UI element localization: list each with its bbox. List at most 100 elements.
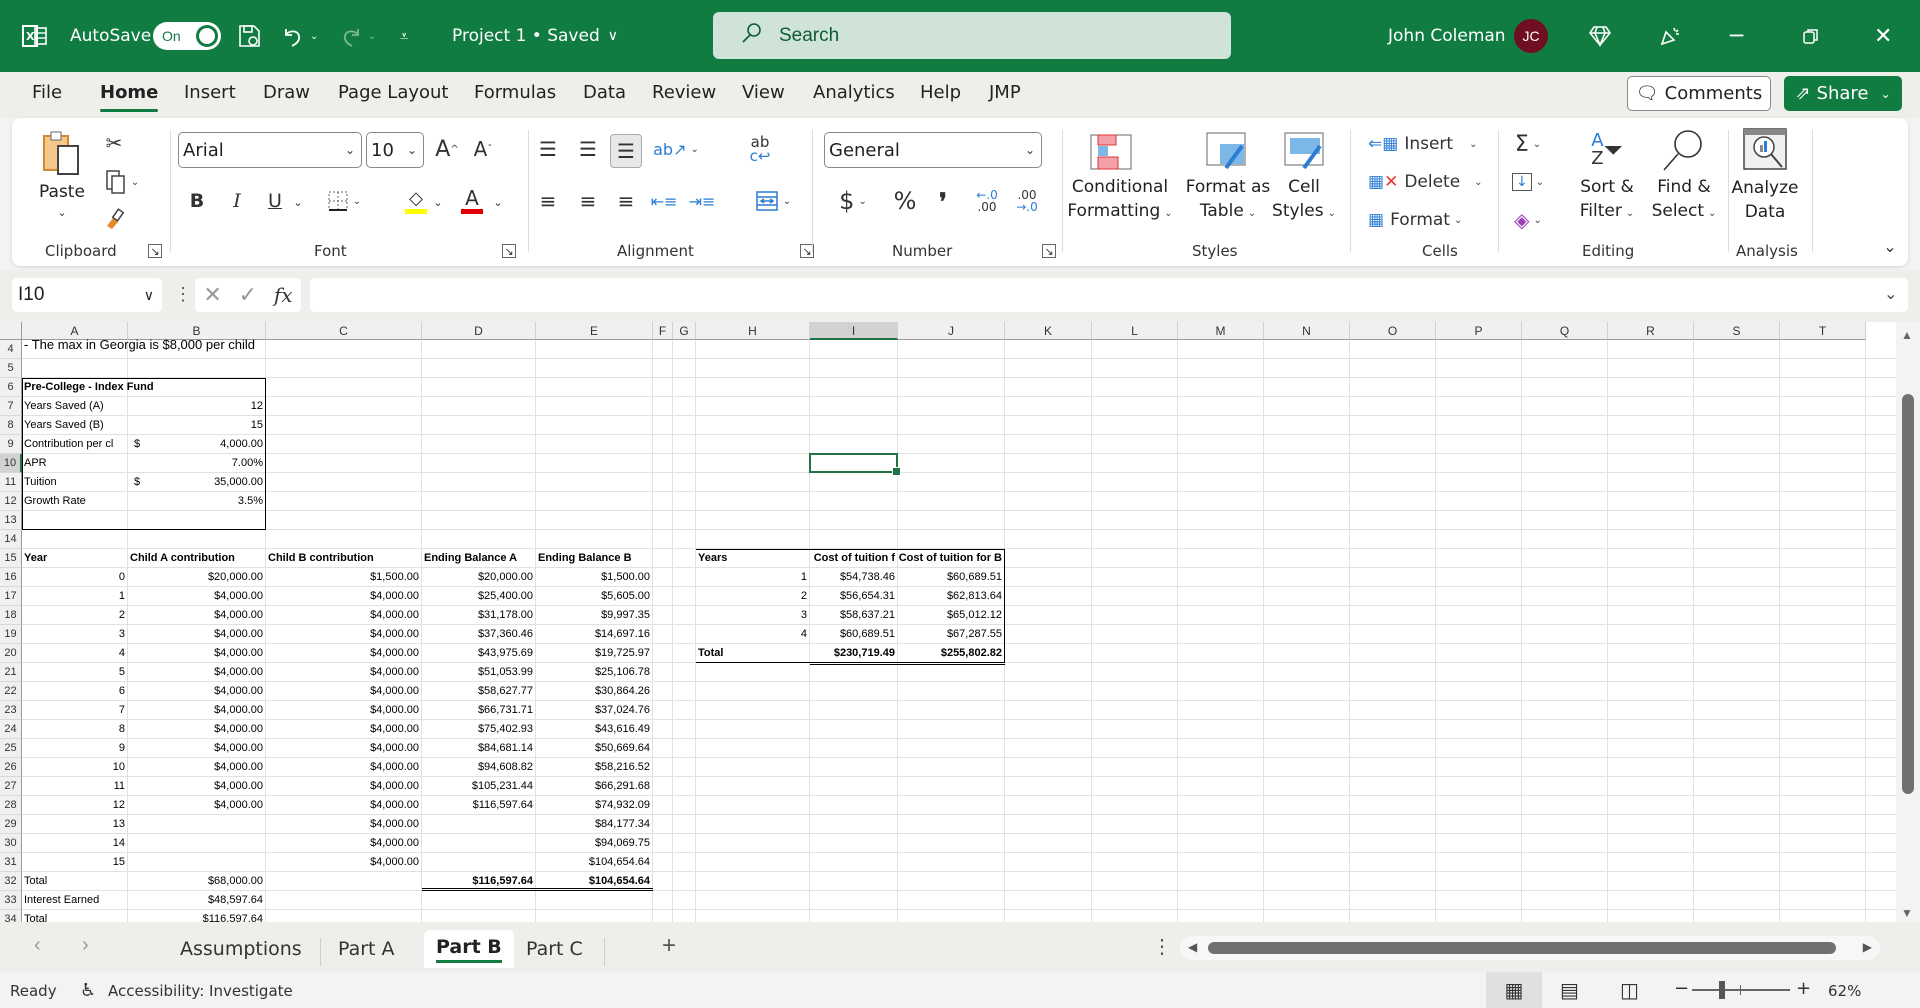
row-header[interactable]: 19 [0,625,22,644]
table-cell[interactable]: 12 [22,796,128,815]
tuition-cell[interactable]: 3 [696,606,810,625]
tuition-cell[interactable]: $54,738.46 [810,568,898,587]
column-header[interactable]: P [1436,322,1522,340]
comments-button[interactable]: 🗨 Comments [1627,76,1771,111]
table-cell[interactable]: $20,000.00 [422,568,536,587]
table-cell[interactable]: 4 [22,644,128,663]
table-cell[interactable]: 13 [22,815,128,834]
table-cell[interactable]: $30,864.26 [536,682,653,701]
table-cell[interactable]: $20,000.00 [128,568,266,587]
table-cell[interactable]: $4,000.00 [266,682,422,701]
align-top-icon[interactable]: ☰ [534,134,562,164]
scroll-up-icon[interactable]: ▲ [1901,328,1913,342]
table-cell[interactable]: $5,605.00 [536,587,653,606]
selected-cell[interactable] [809,453,901,476]
sheet-tab-part-b[interactable]: Part B [424,930,514,968]
interest-cell[interactable]: $48,597.64 [128,891,266,910]
table-cell[interactable]: 0 [22,568,128,587]
column-header[interactable]: O [1350,322,1436,340]
row-header[interactable]: 23 [0,701,22,720]
row-header[interactable]: 11 [0,473,22,492]
zoom-out-button[interactable]: − [1674,978,1689,999]
cut-icon[interactable]: ✂ [102,130,126,156]
vertical-scroll-thumb[interactable] [1902,394,1914,794]
format-as-table-button[interactable]: Format as Table ⌄ [1184,176,1272,224]
expand-formula-bar-icon[interactable]: ⌄ [1884,284,1897,304]
row-header[interactable]: 10 [0,454,22,473]
table-cell[interactable]: $58,216.52 [536,758,653,777]
more-options-icon[interactable]: ⋮ [174,284,192,305]
zoom-in-button[interactable]: + [1796,978,1811,999]
find-select-icon[interactable] [1658,128,1708,172]
tab-help[interactable]: Help [920,82,961,103]
column-header[interactable]: E [536,322,653,340]
table-cell[interactable]: $37,024.76 [536,701,653,720]
table-cell[interactable]: $66,731.71 [422,701,536,720]
row-header[interactable]: 34 [0,910,22,922]
select-all-corner[interactable] [0,322,22,340]
tab-data[interactable]: Data [583,82,626,103]
enter-icon[interactable]: ✓ [239,282,257,308]
paste-button[interactable]: Paste [34,180,90,204]
increase-decimal-icon[interactable]: ←.0.00 [970,186,1004,216]
column-header[interactable]: G [673,322,696,340]
table-cell[interactable]: $51,053.99 [422,663,536,682]
grand-total-label-cell[interactable]: Total [22,910,128,922]
table-cell[interactable]: $4,000.00 [128,720,266,739]
sheet-tab-part-a[interactable]: Part A [326,930,407,968]
tuition-cell[interactable]: $65,012.12 [898,606,1005,625]
column-header[interactable]: L [1092,322,1178,340]
prev-sheet-icon[interactable]: ‹ [34,934,41,957]
decrease-font-size-icon[interactable]: Aˇ [468,134,498,164]
cancel-icon[interactable]: ✕ [203,282,221,308]
table-cell[interactable]: $4,000.00 [266,758,422,777]
table-cell[interactable]: $4,000.00 [266,587,422,606]
assumptions-title-cell[interactable]: Pre-College - Index Fund [22,378,262,397]
collapse-ribbon-icon[interactable]: ⌄ [1878,236,1902,256]
document-title[interactable]: Project 1 • Saved ∨ [452,0,618,72]
share-button[interactable]: ⇗ Share ⌄ [1784,76,1902,111]
fill-color-dropdown[interactable]: ⌄ [430,190,446,214]
delete-cells-button[interactable]: ▦✕ Delete ⌄ [1368,168,1488,196]
total-label-cell[interactable]: Total [22,872,128,891]
table-cell[interactable]: $19,725.97 [536,644,653,663]
table-cell[interactable]: $31,178.00 [422,606,536,625]
scroll-down-icon[interactable]: ▼ [1901,906,1913,920]
find-select-button[interactable]: Find & Select ⌄ [1648,176,1720,224]
spreadsheet-grid[interactable]: A B C D E F G H I J K L M N O P Q R S T 4 5 6 7 8 9 10 11 12 13 14 15 16… [0,322,1896,922]
tab-jmp[interactable]: JMP [989,82,1021,103]
avatar[interactable]: JC [1514,19,1548,53]
table-cell[interactable]: $4,000.00 [128,587,266,606]
table-cell[interactable]: $4,000.00 [266,777,422,796]
column-header[interactable]: Q [1522,322,1608,340]
formula-input[interactable] [310,278,1908,312]
zoom-level[interactable]: 62% [1828,982,1861,1000]
table-cell[interactable]: $43,975.69 [422,644,536,663]
sheet-tab-part-c[interactable]: Part C [514,930,595,968]
font-size-select[interactable]: 10 ⌄ [366,132,424,168]
table-cell[interactable]: $25,106.78 [536,663,653,682]
table-cell[interactable]: $4,000.00 [128,701,266,720]
table-cell[interactable]: $43,616.49 [536,720,653,739]
tuition-total-label-cell[interactable]: Total [696,644,810,663]
coauthor-icon[interactable] [1658,0,1682,72]
accessibility-status[interactable]: Accessibility: Investigate [108,982,293,1000]
row-header[interactable]: 8 [0,416,22,435]
tab-review[interactable]: Review [652,82,716,103]
tab-page-layout[interactable]: Page Layout [338,82,449,103]
restore-button[interactable] [1802,0,1820,72]
column-header[interactable]: M [1178,322,1264,340]
tab-analytics[interactable]: Analytics [813,82,895,103]
table-header-cell[interactable]: Year [22,549,128,568]
conditional-formatting-button[interactable]: Conditional Formatting ⌄ [1067,176,1172,224]
row-header[interactable]: 30 [0,834,22,853]
align-bottom-icon[interactable]: ☰ [610,134,642,168]
row-header[interactable]: 32 [0,872,22,891]
undo-button[interactable]: ⌄ [280,0,318,72]
scroll-right-icon[interactable]: ▶ [1863,940,1872,954]
grand-total-cell[interactable]: $116,597.64 [128,910,266,922]
autosave-toggle[interactable]: On [153,22,221,50]
table-cell[interactable]: $94,069.75 [536,834,653,853]
tab-home[interactable]: Home [100,82,159,112]
tuition-cell[interactable]: $60,689.51 [898,568,1005,587]
